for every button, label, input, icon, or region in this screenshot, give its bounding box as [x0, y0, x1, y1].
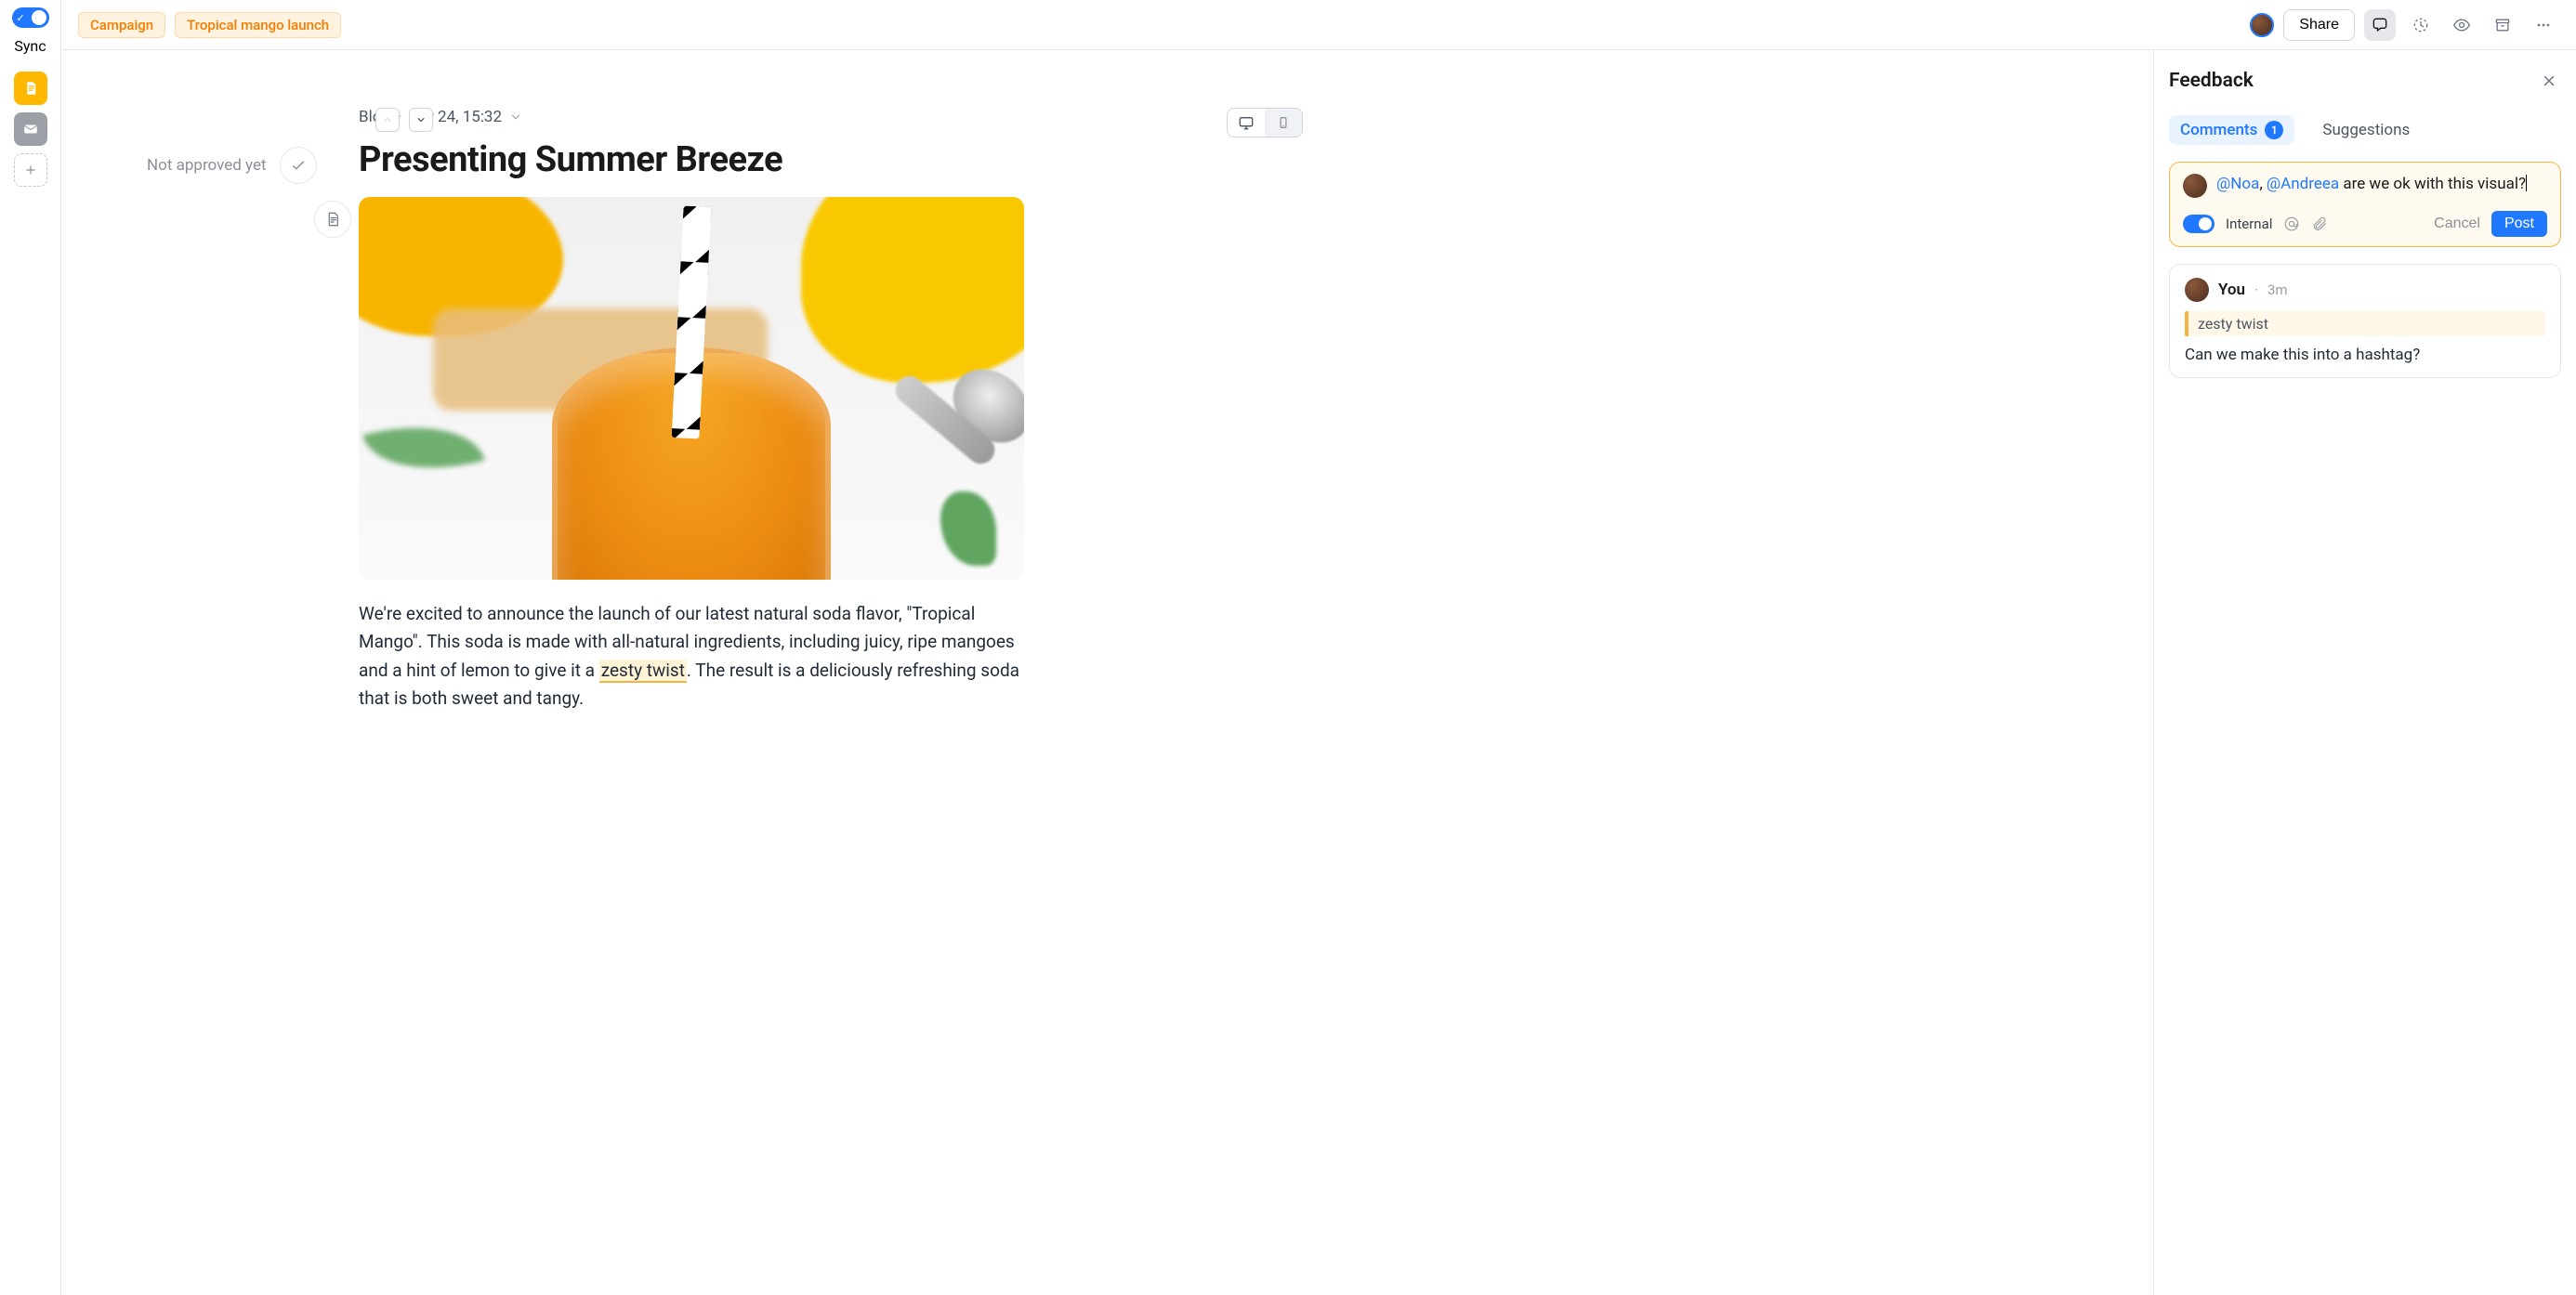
- desktop-icon: [1238, 114, 1255, 131]
- composer-avatar: [2183, 174, 2207, 198]
- comment-composer: @Noa, @Andreea are we ok with this visua…: [2169, 162, 2561, 247]
- rail-item-document[interactable]: [14, 72, 47, 105]
- at-icon: [2283, 216, 2300, 232]
- left-rail: ✓ Sync: [0, 0, 60, 1295]
- chip-campaign-name[interactable]: Tropical mango launch: [175, 12, 341, 38]
- sync-toggle[interactable]: ✓: [12, 7, 49, 28]
- feedback-title: Feedback: [2169, 70, 2254, 92]
- page-icon: [324, 211, 341, 228]
- document-indicator[interactable]: [314, 201, 351, 238]
- internal-toggle[interactable]: [2183, 215, 2215, 233]
- composer-input[interactable]: @Noa, @Andreea are we ok with this visua…: [2216, 174, 2547, 196]
- feedback-close-button[interactable]: [2537, 69, 2561, 93]
- feedback-panel: Feedback Comments 1 Suggestions: [2153, 50, 2576, 1295]
- more-horizontal-icon: [2534, 16, 2553, 34]
- internal-toggle-label: Internal: [2226, 216, 2272, 232]
- top-bar: Campaign Tropical mango launch Share: [61, 0, 2576, 50]
- sync-label: Sync: [14, 37, 46, 55]
- approval-status: Not approved yet: [147, 147, 317, 184]
- tab-suggestions[interactable]: Suggestions: [2311, 115, 2421, 145]
- check-icon: [290, 157, 307, 174]
- close-icon: [2541, 72, 2557, 89]
- share-button[interactable]: Share: [2283, 9, 2355, 41]
- archive-button[interactable]: [2487, 9, 2518, 41]
- chevron-down-icon: [415, 114, 427, 125]
- mention-button[interactable]: [2283, 216, 2300, 232]
- comment-card[interactable]: You · 3m zesty twist Can we make this in…: [2169, 264, 2561, 378]
- feedback-tabs: Comments 1 Suggestions: [2169, 115, 2561, 145]
- chevron-down-icon: [509, 111, 522, 124]
- device-desktop-option[interactable]: [1228, 109, 1265, 137]
- comment-author-name: You: [2218, 281, 2245, 299]
- highlighted-text[interactable]: zesty twist: [599, 660, 687, 683]
- more-menu-button[interactable]: [2528, 9, 2559, 41]
- comment-author-avatar: [2185, 278, 2209, 302]
- approval-status-text: Not approved yet: [147, 156, 267, 175]
- mention-andreea[interactable]: @Andreea: [2267, 175, 2339, 193]
- chat-bubbles-icon: [2371, 16, 2389, 34]
- composer-post-button[interactable]: Post: [2491, 211, 2547, 237]
- eye-icon: [2452, 16, 2471, 34]
- comments-count-badge: 1: [2265, 121, 2283, 139]
- tab-comments[interactable]: Comments 1: [2169, 115, 2294, 145]
- editor-area: Not approved yet Blog · Apr 24, 15:32: [61, 50, 2153, 1295]
- composer-cancel-button[interactable]: Cancel: [2434, 216, 2480, 232]
- paperclip-icon: [2311, 216, 2328, 232]
- hero-image[interactable]: [359, 197, 1024, 580]
- mail-icon: [22, 121, 39, 137]
- approve-button[interactable]: [280, 147, 317, 184]
- comment-body: Can we make this into a hashtag?: [2185, 346, 2545, 364]
- document-title[interactable]: Presenting Summer Breeze: [359, 139, 1344, 180]
- tab-comments-label: Comments: [2180, 121, 2257, 139]
- device-preview-toggle: [1227, 108, 1303, 137]
- mention-noa[interactable]: @Noa: [2216, 175, 2259, 193]
- user-avatar[interactable]: [2250, 13, 2274, 37]
- comment-time: 3m: [2267, 281, 2288, 298]
- rail-item-mail[interactable]: [14, 112, 47, 146]
- history-button[interactable]: [2405, 9, 2437, 41]
- attach-button[interactable]: [2311, 216, 2328, 232]
- document-body[interactable]: We're excited to announce the launch of …: [359, 600, 1024, 713]
- archive-icon: [2493, 16, 2512, 34]
- composer-text-content: are we ok with this visual?: [2339, 175, 2526, 193]
- text-cursor: [2526, 175, 2527, 191]
- preview-button[interactable]: [2446, 9, 2477, 41]
- history-icon: [2412, 16, 2430, 34]
- chevron-up-icon: [382, 114, 393, 125]
- plus-icon: [24, 164, 37, 177]
- comment-quote: zesty twist: [2185, 311, 2545, 336]
- document-meta[interactable]: Blog · Apr 24, 15:32: [359, 108, 1344, 126]
- check-icon: ✓: [17, 12, 25, 24]
- chip-campaign[interactable]: Campaign: [78, 12, 165, 38]
- mobile-icon: [1277, 114, 1290, 131]
- rail-item-add[interactable]: [14, 153, 47, 187]
- comment-time-sep: ·: [2254, 281, 2258, 298]
- next-item-button[interactable]: [409, 108, 433, 132]
- tab-suggestions-label: Suggestions: [2322, 121, 2410, 139]
- document-icon: [22, 80, 39, 97]
- prev-item-button[interactable]: [375, 108, 400, 132]
- comments-panel-button[interactable]: [2364, 9, 2396, 41]
- device-mobile-option[interactable]: [1265, 109, 1302, 137]
